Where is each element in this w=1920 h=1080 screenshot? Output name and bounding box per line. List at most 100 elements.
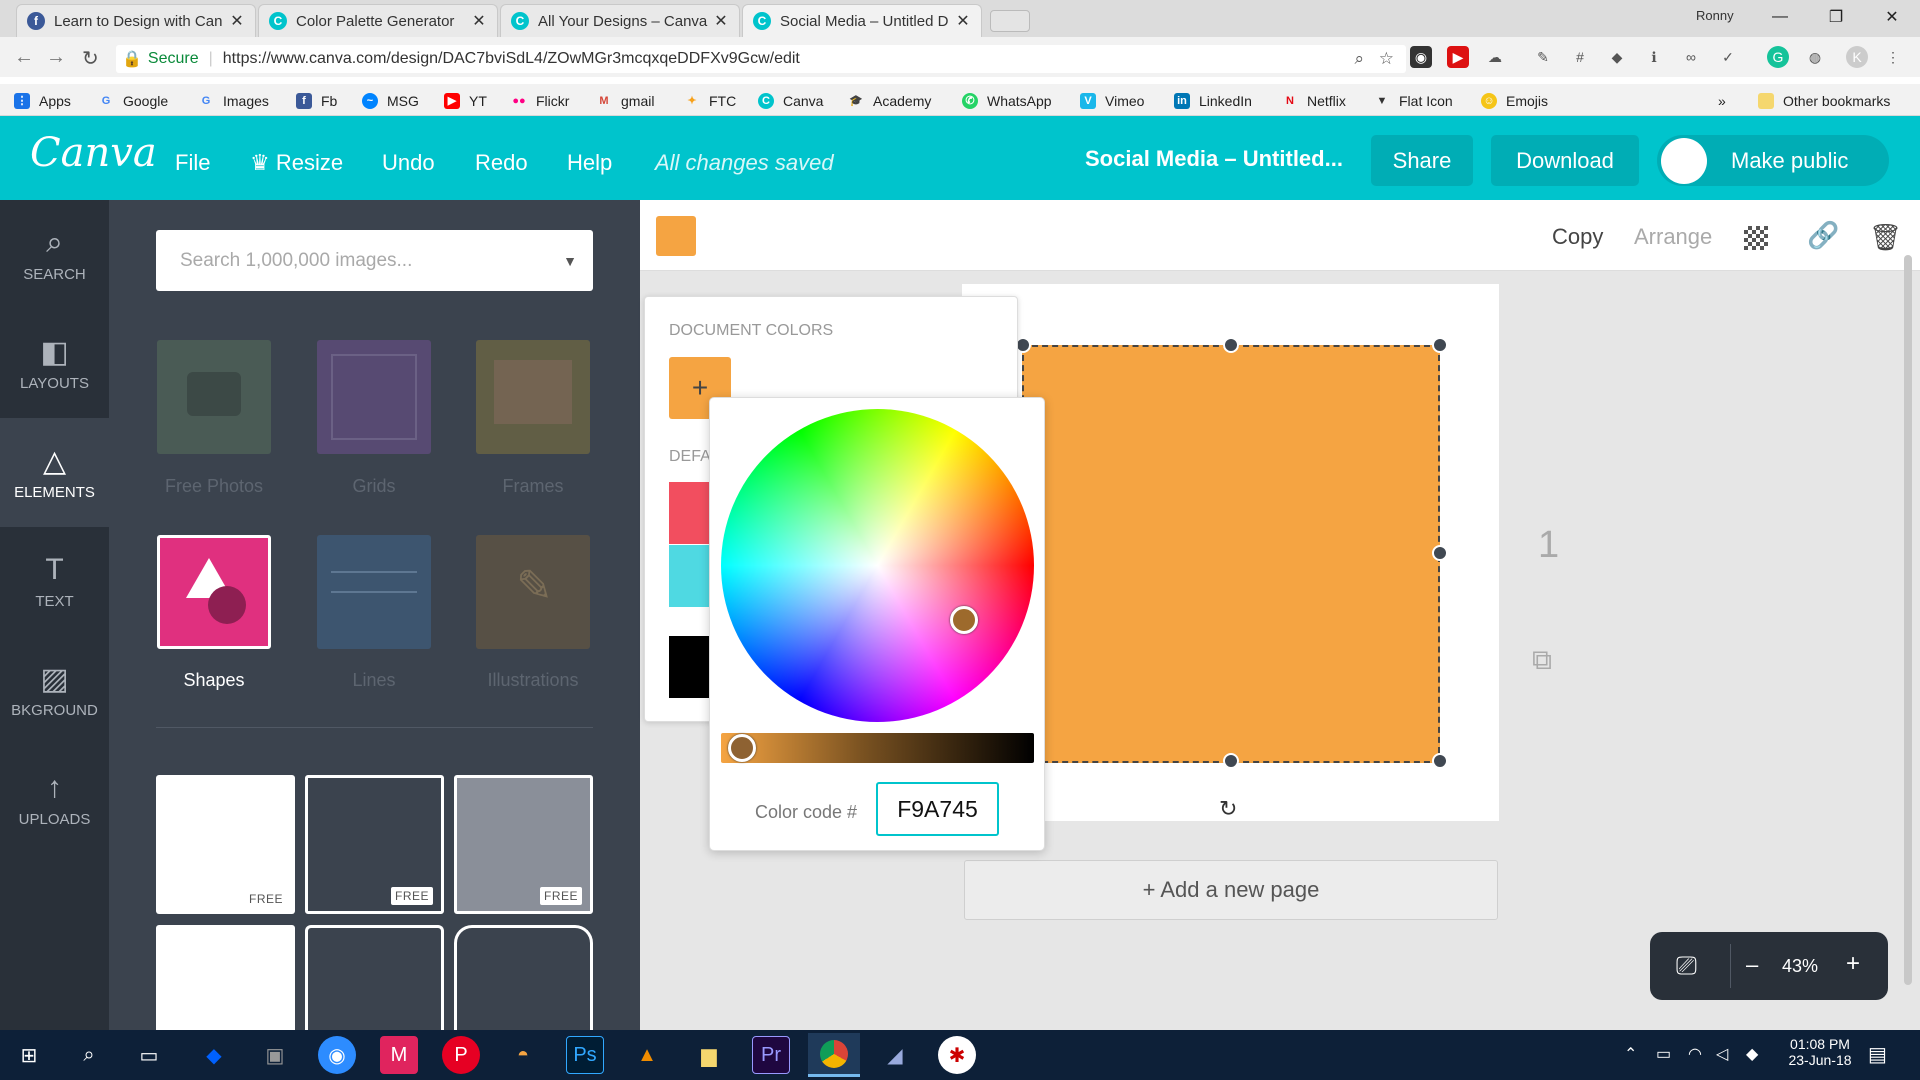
- battery-icon[interactable]: ▭: [1656, 1044, 1671, 1064]
- color-code-input[interactable]: F9A745: [876, 782, 999, 836]
- eyedropper-icon[interactable]: ✎: [1532, 46, 1554, 68]
- zoom-app-icon[interactable]: ◉: [318, 1036, 356, 1074]
- grammarly-icon[interactable]: G: [1767, 46, 1789, 68]
- minimize-icon[interactable]: —: [1752, 0, 1808, 34]
- menu-redo[interactable]: Redo: [475, 150, 528, 176]
- app-icon[interactable]: ▣: [256, 1036, 294, 1074]
- selected-rectangle[interactable]: [1022, 345, 1440, 763]
- notifications-icon[interactable]: ▤: [1868, 1042, 1887, 1067]
- bookmark-yt[interactable]: ▶ YT: [444, 91, 487, 111]
- bookmark-academy[interactable]: 🎓 Academy: [848, 91, 931, 111]
- arrange-button[interactable]: Arrange: [1634, 224, 1712, 250]
- browser-tab[interactable]: C All Your Designs – Canva ✕: [500, 4, 740, 37]
- image-search-input[interactable]: Search 1,000,000 images... ▼: [156, 230, 593, 291]
- bookmark-flaticon[interactable]: ▼ Flat Icon: [1374, 91, 1453, 111]
- design-title[interactable]: Social Media – Untitled...: [1085, 146, 1343, 172]
- illustrations-tile[interactable]: ✎: [476, 535, 590, 649]
- make-public-toggle[interactable]: Make public: [1657, 135, 1889, 186]
- shapes-tile[interactable]: [157, 535, 271, 649]
- resize-handle[interactable]: [1432, 337, 1448, 353]
- link-icon[interactable]: 🔗: [1807, 220, 1839, 251]
- present-icon[interactable]: ⎚: [1676, 950, 1697, 982]
- resize-handle[interactable]: [1432, 545, 1448, 561]
- swatch-rounded[interactable]: [454, 925, 593, 1035]
- bookmark-canva[interactable]: C Canva: [758, 91, 823, 111]
- swatch-dark[interactable]: FREE: [305, 775, 444, 914]
- extension-icon[interactable]: ◍: [1804, 46, 1826, 68]
- bookmark-images[interactable]: G Images: [198, 91, 269, 111]
- zoom-level[interactable]: 43%: [1782, 956, 1818, 977]
- dropbox-tray-icon[interactable]: ◆: [1746, 1044, 1758, 1064]
- rail-uploads[interactable]: ↑ UPLOADS: [0, 745, 109, 854]
- swatch-gray[interactable]: FREE: [454, 775, 593, 914]
- forward-icon[interactable]: →: [46, 46, 66, 69]
- rail-elements[interactable]: △ ELEMENTS: [0, 418, 109, 527]
- zoom-in-button[interactable]: +: [1846, 950, 1860, 978]
- brightness-slider[interactable]: [721, 733, 1034, 763]
- canva-logo[interactable]: Canva: [30, 130, 157, 176]
- scrollbar[interactable]: [1904, 255, 1912, 985]
- share-button[interactable]: Share: [1371, 135, 1473, 186]
- resize-handle[interactable]: [1223, 753, 1239, 769]
- swatch-white[interactable]: FREE: [156, 775, 295, 914]
- bookmark-msg[interactable]: ~ MSG: [362, 91, 419, 111]
- bookmark-linkedin[interactable]: in LinkedIn: [1174, 91, 1252, 111]
- color-button[interactable]: [656, 216, 696, 256]
- back-icon[interactable]: ←: [14, 46, 34, 69]
- file-explorer-icon[interactable]: ▆: [690, 1036, 728, 1074]
- rail-search[interactable]: ⌕ SEARCH: [0, 200, 109, 309]
- swatch-rounded[interactable]: [305, 925, 444, 1035]
- reload-icon[interactable]: ↻: [82, 46, 99, 71]
- lines-tile[interactable]: [317, 535, 431, 649]
- menu-undo[interactable]: Undo: [382, 150, 435, 176]
- account-icon[interactable]: K: [1846, 46, 1868, 68]
- mail-app-icon[interactable]: M: [380, 1036, 418, 1074]
- bookmark-emojis[interactable]: ☺ Emojis: [1481, 91, 1548, 111]
- color-swatch[interactable]: [669, 636, 709, 698]
- wifi-icon[interactable]: ◠: [1688, 1044, 1702, 1064]
- rotate-icon[interactable]: ↻: [1219, 796, 1237, 822]
- color-wheel[interactable]: [721, 409, 1034, 722]
- chevron-down-icon[interactable]: ▼: [563, 253, 577, 269]
- grids-tile[interactable]: [317, 340, 431, 454]
- bookmark-apps[interactable]: ⋮ Apps: [14, 91, 71, 111]
- windows-start-icon[interactable]: ⊞: [10, 1036, 48, 1074]
- bookmarks-overflow[interactable]: »: [1718, 91, 1726, 111]
- volume-icon[interactable]: ◁: [1716, 1044, 1728, 1064]
- rail-layouts[interactable]: ◧ LAYOUTS: [0, 309, 109, 418]
- hashtag-icon[interactable]: #: [1569, 46, 1591, 68]
- app-icon[interactable]: ✱: [938, 1036, 976, 1074]
- search-icon[interactable]: ⌕: [70, 1036, 108, 1074]
- pinterest-icon[interactable]: P: [442, 1036, 480, 1074]
- transparency-icon[interactable]: [1744, 226, 1768, 250]
- menu-help[interactable]: Help: [567, 150, 612, 176]
- premiere-icon[interactable]: Pr: [752, 1036, 790, 1074]
- bookmark-netflix[interactable]: N Netflix: [1282, 91, 1346, 111]
- address-bar[interactable]: 🔒 Secure | https://www.canva.com/design/…: [116, 45, 1406, 73]
- bookmark-gmail[interactable]: Mgmail: [596, 91, 654, 111]
- bookmark-fb[interactable]: f Fb: [296, 91, 337, 111]
- app-icon[interactable]: ◢: [876, 1036, 914, 1074]
- close-tab-icon[interactable]: ✕: [229, 11, 245, 31]
- menu-kebab-icon[interactable]: ⋮: [1882, 46, 1904, 68]
- new-tab-button[interactable]: [990, 10, 1030, 32]
- link-icon[interactable]: ∞: [1680, 46, 1702, 68]
- cloud-icon[interactable]: ☁: [1484, 46, 1506, 68]
- copy-button[interactable]: Copy: [1552, 224, 1603, 250]
- menu-file[interactable]: File: [175, 150, 210, 176]
- browser-tab[interactable]: f Learn to Design with Can ✕: [16, 4, 256, 37]
- other-bookmarks[interactable]: Other bookmarks: [1758, 91, 1890, 111]
- pocket-icon[interactable]: ◉: [1410, 46, 1432, 68]
- bookmark-whatsapp[interactable]: ✆ WhatsApp: [962, 91, 1052, 111]
- zoom-out-button[interactable]: –: [1746, 952, 1758, 978]
- trash-icon[interactable]: 🗑: [1869, 222, 1902, 253]
- bookmark-ftc[interactable]: ✦ FTC: [684, 91, 736, 111]
- rail-text[interactable]: T TEXT: [0, 527, 109, 636]
- color-swatch[interactable]: [669, 545, 709, 607]
- clock[interactable]: 01:08 PM 23-Jun-18: [1780, 1036, 1860, 1068]
- maximize-icon[interactable]: ❐: [1808, 0, 1864, 34]
- color-wheel-cursor[interactable]: [950, 606, 978, 634]
- brightness-slider-thumb[interactable]: [728, 734, 756, 762]
- add-page-button[interactable]: + Add a new page: [964, 860, 1498, 920]
- color-swatch[interactable]: [669, 482, 709, 544]
